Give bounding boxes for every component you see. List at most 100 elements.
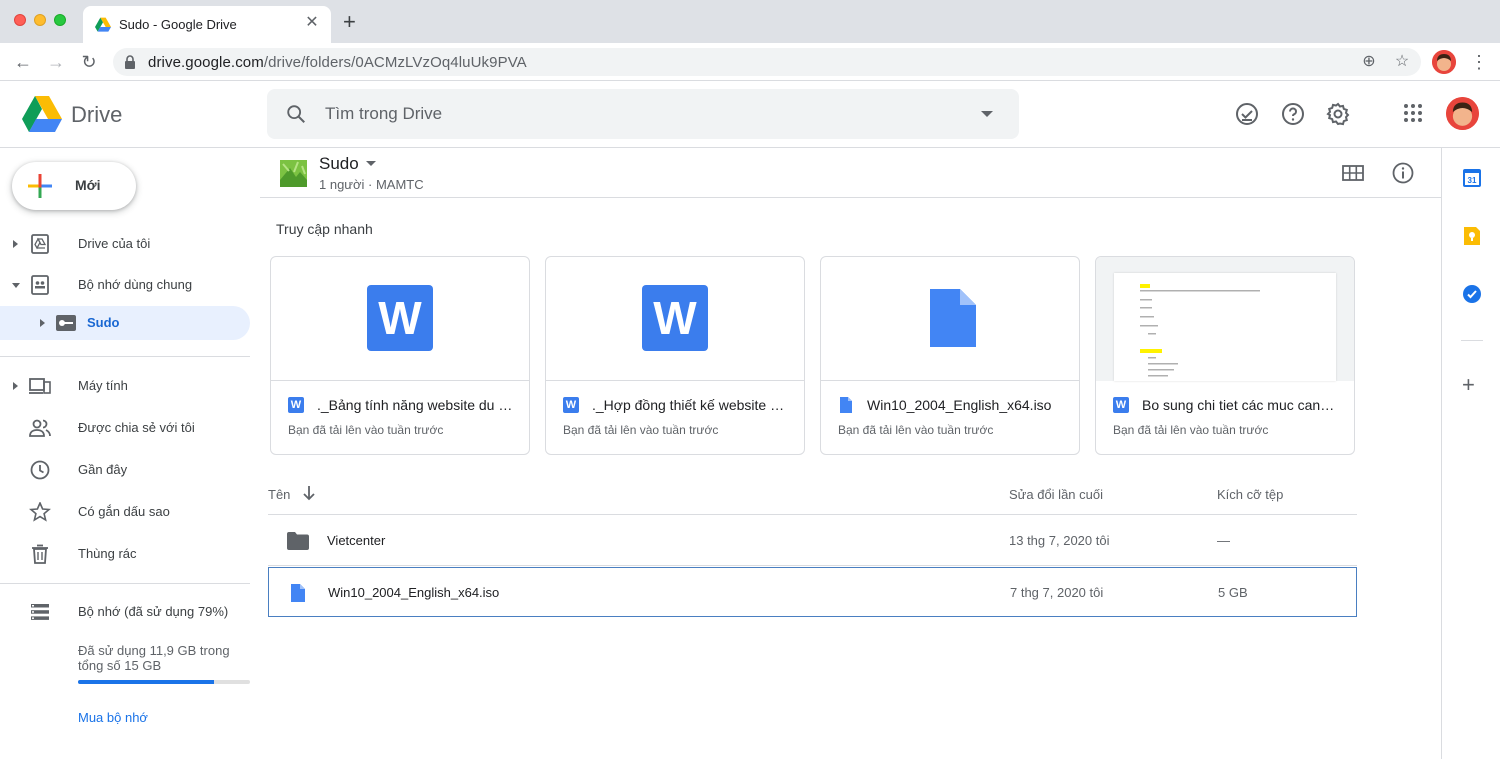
row-size: 5 GB bbox=[1218, 585, 1248, 600]
card-file-name: ._Bảng tính năng website du lị... bbox=[317, 397, 513, 413]
back-arrow-icon[interactable]: ← bbox=[12, 51, 34, 73]
account-avatar[interactable] bbox=[1446, 97, 1479, 130]
app-name[interactable]: Drive bbox=[71, 102, 122, 128]
quick-access-title: Truy cập nhanh bbox=[276, 221, 373, 237]
sidebar-item-label: Được chia sẻ với tôi bbox=[78, 420, 195, 435]
word-file-icon: W bbox=[563, 397, 579, 413]
column-modified-header[interactable]: Sửa đổi lần cuối bbox=[1009, 487, 1103, 502]
sort-down-arrow-icon[interactable] bbox=[302, 485, 316, 501]
main-content: Sudo 1 người · MAMTC Truy cập nhanh W W … bbox=[260, 148, 1441, 759]
quick-access-card[interactable]: W Bo sung chi tiet các muc can l... Bạn … bbox=[1095, 256, 1355, 455]
quick-access-card[interactable]: Win10_2004_English_x64.iso Bạn đã tải lê… bbox=[820, 256, 1080, 455]
row-size: — bbox=[1217, 533, 1230, 548]
folder-meta: 1 người · MAMTC bbox=[319, 177, 424, 192]
sidebar-item-trash[interactable]: Thùng rác bbox=[0, 537, 250, 571]
recent-clock-icon bbox=[30, 460, 50, 480]
search-options-dropdown-icon[interactable] bbox=[981, 111, 993, 117]
expand-caret-icon[interactable] bbox=[40, 319, 45, 327]
computers-icon bbox=[29, 378, 51, 394]
plus-icon bbox=[28, 174, 52, 198]
card-preview bbox=[821, 257, 1079, 381]
sidebar-item-shared-with-me[interactable]: Được chia sẻ với tôi bbox=[0, 411, 250, 445]
folder-menu-caret-icon[interactable] bbox=[366, 161, 376, 166]
side-panel-divider bbox=[1461, 340, 1483, 341]
column-size-header[interactable]: Kích cỡ tệp bbox=[1217, 487, 1283, 502]
buy-storage-link[interactable]: Mua bộ nhớ bbox=[78, 710, 148, 725]
column-name-header[interactable]: Tên bbox=[268, 487, 290, 502]
maximize-window-button[interactable] bbox=[54, 14, 66, 26]
account-face-icon bbox=[1446, 97, 1479, 130]
expand-caret-icon[interactable] bbox=[13, 382, 18, 390]
settings-gear-icon[interactable] bbox=[1325, 101, 1351, 127]
quick-access-card[interactable]: W W ._Hợp đồng thiết kế website Vi... Bạ… bbox=[545, 256, 805, 455]
storage-progress-fill bbox=[78, 680, 214, 684]
tasks-icon[interactable] bbox=[1462, 284, 1482, 304]
my-drive-icon bbox=[31, 234, 49, 254]
browser-tab[interactable]: Sudo - Google Drive ✕ bbox=[83, 6, 331, 43]
sidebar-item-starred[interactable]: Có gắn dấu sao bbox=[0, 495, 250, 529]
google-apps-icon[interactable] bbox=[1404, 104, 1422, 122]
offline-check-icon[interactable] bbox=[1234, 101, 1260, 127]
drive-header: Drive bbox=[0, 81, 1500, 148]
sidebar-item-my-drive[interactable]: Drive của tôi bbox=[0, 227, 250, 261]
add-circle-icon[interactable]: ⊕ bbox=[1359, 52, 1379, 72]
file-list-header: Tên Sửa đổi lần cuối Kích cỡ tệp bbox=[268, 475, 1357, 515]
folder-icon bbox=[287, 532, 309, 550]
close-window-button[interactable] bbox=[14, 14, 26, 26]
sidebar-divider bbox=[0, 583, 250, 584]
folder-name[interactable]: Sudo bbox=[319, 154, 359, 174]
tab-close-icon[interactable]: ✕ bbox=[303, 14, 321, 32]
sidebar-item-label: Gần đây bbox=[78, 462, 128, 477]
forward-arrow-icon[interactable]: → bbox=[45, 51, 67, 73]
row-modified: 7 thg 7, 2020 tôi bbox=[1010, 585, 1104, 600]
browser-toolbar: ← → ↻ drive.google.com/drive/folders/0AC… bbox=[0, 43, 1500, 81]
shared-drive-icon bbox=[56, 315, 76, 331]
add-addon-icon[interactable]: + bbox=[1462, 374, 1475, 396]
search-icon[interactable] bbox=[285, 103, 307, 125]
sidebar-item-storage[interactable]: Bộ nhớ (đã sử dụng 79%) bbox=[0, 595, 250, 629]
word-doc-icon: W bbox=[367, 285, 433, 351]
collapse-caret-icon[interactable] bbox=[12, 283, 20, 288]
bookmark-star-icon[interactable]: ☆ bbox=[1392, 52, 1412, 72]
storage-icon bbox=[31, 604, 49, 620]
card-subtitle: Bạn đã tải lên vào tuần trước bbox=[1113, 423, 1269, 437]
quick-access-card[interactable]: W W ._Bảng tính năng website du lị... Bạ… bbox=[270, 256, 530, 455]
grid-view-icon[interactable] bbox=[1341, 161, 1365, 185]
table-row[interactable]: Win10_2004_English_x64.iso 7 thg 7, 2020… bbox=[268, 567, 1357, 617]
browser-profile-avatar[interactable] bbox=[1432, 50, 1456, 74]
url-text: drive.google.com/drive/folders/0ACMzLVzO… bbox=[148, 54, 527, 71]
minimize-window-button[interactable] bbox=[34, 14, 46, 26]
drive-logo-icon[interactable] bbox=[22, 96, 62, 132]
expand-caret-icon[interactable] bbox=[13, 240, 18, 248]
help-icon[interactable] bbox=[1280, 101, 1306, 127]
info-icon[interactable] bbox=[1391, 161, 1415, 185]
calendar-icon[interactable]: 31 bbox=[1462, 168, 1482, 188]
storage-progress-bar bbox=[78, 680, 250, 684]
sidebar-item-recent[interactable]: Gần đây bbox=[0, 453, 250, 487]
row-file-name: Win10_2004_English_x64.iso bbox=[328, 585, 500, 600]
reload-icon[interactable]: ↻ bbox=[78, 51, 100, 73]
sidebar-item-sudo[interactable]: Sudo bbox=[0, 306, 250, 340]
sidebar-item-shared-drives[interactable]: Bộ nhớ dùng chung bbox=[0, 268, 250, 302]
generic-file-icon bbox=[930, 289, 976, 347]
browser-tab-bar: Sudo - Google Drive ✕ + bbox=[0, 0, 1500, 43]
card-file-name: Bo sung chi tiet các muc can l... bbox=[1142, 397, 1338, 413]
card-preview bbox=[1096, 257, 1354, 381]
new-button[interactable]: Mới bbox=[12, 162, 136, 210]
sidebar-item-label: Thùng rác bbox=[78, 546, 137, 561]
keep-icon[interactable] bbox=[1462, 226, 1482, 246]
browser-menu-icon[interactable]: ⋮ bbox=[1470, 51, 1488, 73]
address-bar[interactable]: drive.google.com/drive/folders/0ACMzLVzO… bbox=[113, 48, 1421, 76]
search-input[interactable] bbox=[325, 101, 945, 127]
generic-file-icon bbox=[840, 397, 852, 413]
search-box[interactable] bbox=[267, 89, 1019, 139]
new-tab-button[interactable]: + bbox=[343, 11, 356, 33]
row-file-name: Vietcenter bbox=[327, 533, 386, 548]
profile-face-icon bbox=[1432, 50, 1456, 74]
side-panel: 31 + bbox=[1441, 148, 1500, 759]
card-subtitle: Bạn đã tải lên vào tuần trước bbox=[288, 423, 444, 437]
sidebar-item-computers[interactable]: Máy tính bbox=[0, 369, 250, 403]
generic-file-icon bbox=[291, 584, 305, 602]
sidebar-item-label: Bộ nhớ dùng chung bbox=[78, 277, 193, 292]
table-row[interactable]: Vietcenter 13 thg 7, 2020 tôi — bbox=[268, 516, 1357, 566]
